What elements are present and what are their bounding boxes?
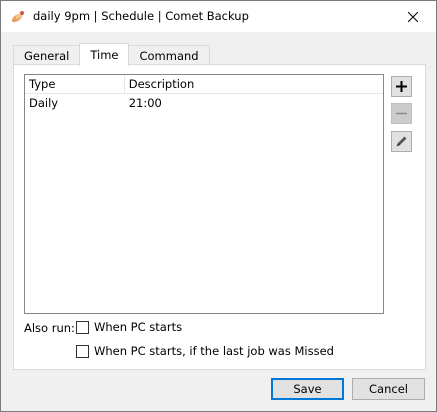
when-pc-starts-option[interactable]: When PC starts	[76, 320, 182, 334]
also-run-label: Also run:	[24, 321, 75, 335]
row-description: 21:00	[128, 96, 162, 110]
when-pc-starts-checkbox[interactable]	[76, 320, 89, 334]
column-header-description[interactable]: Description	[125, 75, 383, 93]
window-title: daily 9pm | Schedule | Comet Backup	[33, 9, 249, 23]
save-button[interactable]: Save	[271, 378, 344, 400]
when-pc-starts-missed-label[interactable]: When PC starts, if the last job was Miss…	[94, 344, 334, 358]
edit-button[interactable]	[391, 131, 412, 152]
list-header: Type Description	[25, 75, 383, 94]
cancel-button[interactable]: Cancel	[352, 378, 425, 400]
comet-icon	[10, 9, 26, 25]
schedule-list[interactable]: Type Description Daily 21:00	[24, 74, 384, 314]
close-icon	[408, 11, 418, 22]
when-pc-starts-label[interactable]: When PC starts	[94, 320, 182, 334]
remove-button[interactable]	[391, 103, 412, 124]
plus-icon	[396, 81, 407, 92]
add-button[interactable]	[391, 76, 412, 97]
tab-time[interactable]: Time	[79, 43, 130, 66]
when-pc-starts-missed-checkbox[interactable]	[76, 344, 89, 358]
tab-general[interactable]: General	[13, 45, 81, 65]
row-type: Daily	[29, 96, 59, 110]
title-bar: daily 9pm | Schedule | Comet Backup	[1, 1, 436, 32]
minus-icon	[396, 112, 407, 115]
close-button[interactable]	[390, 1, 436, 32]
schedule-dialog: daily 9pm | Schedule | Comet Backup Gene…	[0, 0, 437, 412]
tab-strip: General Time Command	[13, 43, 210, 66]
when-pc-starts-missed-option[interactable]: When PC starts, if the last job was Miss…	[76, 344, 334, 358]
tab-command[interactable]: Command	[128, 45, 210, 65]
table-row[interactable]: Daily 21:00	[25, 94, 383, 112]
column-header-type[interactable]: Type	[25, 75, 125, 93]
pencil-icon	[396, 136, 407, 147]
